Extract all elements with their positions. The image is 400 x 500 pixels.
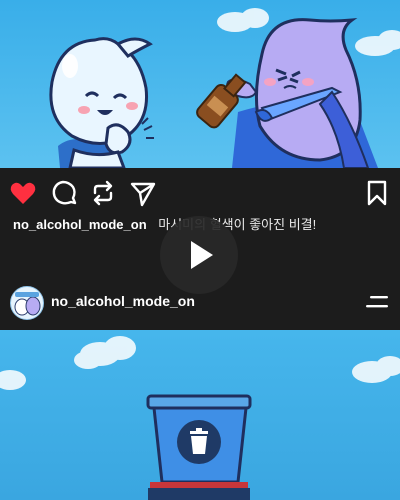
comment-icon[interactable] [49, 178, 79, 208]
cloud-shape [217, 8, 269, 32]
menu-icon[interactable] [364, 292, 390, 314]
profile-row: no_alcohol_mode_on [0, 284, 400, 322]
trash-icon [190, 428, 208, 454]
white-droplet-character [49, 37, 154, 168]
cloud-shape [74, 336, 136, 369]
caption-username[interactable]: no_alcohol_mode_on [13, 217, 147, 232]
play-icon [191, 241, 213, 269]
post-action-row [0, 178, 400, 208]
post-media-illustration[interactable] [0, 0, 400, 168]
play-button[interactable] [160, 216, 238, 294]
send-icon[interactable] [128, 178, 158, 208]
purple-droplet-character [196, 18, 378, 168]
bookmark-icon[interactable] [362, 178, 392, 208]
illustration-scene [49, 8, 400, 168]
repost-icon[interactable] [88, 178, 118, 208]
trash-bin-scene [0, 336, 400, 500]
trash-bin [146, 394, 252, 500]
avatar[interactable] [10, 286, 44, 320]
heart-icon[interactable] [8, 178, 38, 208]
profile-username[interactable]: no_alcohol_mode_on [51, 293, 195, 309]
next-post-illustration[interactable] [0, 330, 400, 500]
post-bar: no_alcohol_mode_on 마시미의 혈색이 좋아진 비결! no_a… [0, 168, 400, 330]
